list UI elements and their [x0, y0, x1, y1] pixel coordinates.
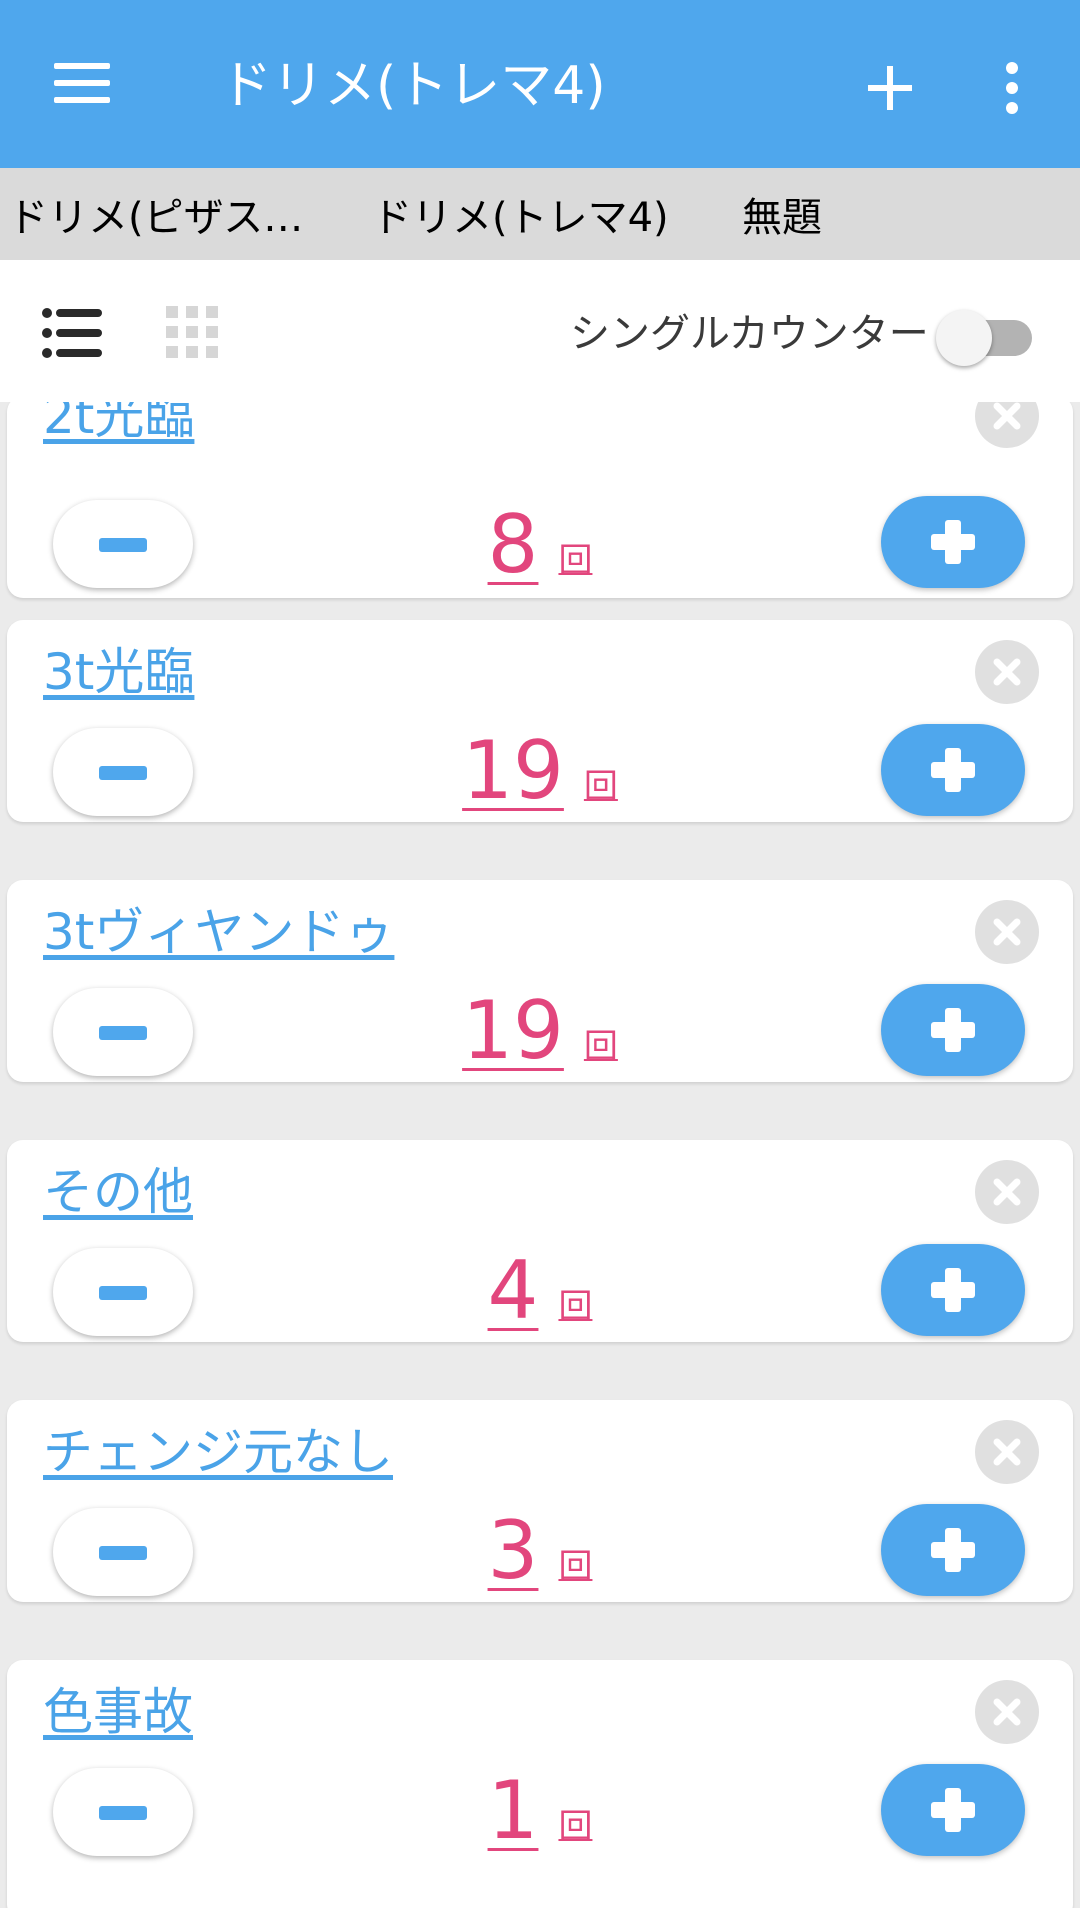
close-icon [993, 1698, 1021, 1726]
tab-doreme-pizas[interactable]: ドリメ(ピザス… [0, 176, 334, 260]
counter-name[interactable]: チェンジ元なし [43, 1420, 393, 1484]
counter-list[interactable]: 2t光臨 8回 3t光臨 19 回 3tヴィヤンドゥ 19 回 その他 4 回 … [0, 402, 1080, 1908]
increment-button[interactable] [881, 496, 1025, 588]
counter-card: 色事故 1回 [7, 1660, 1073, 1908]
tab-doreme-torema4[interactable]: ドリメ(トレマ4) [348, 176, 704, 260]
hamburger-menu-icon[interactable] [50, 55, 120, 115]
close-icon [993, 402, 1021, 430]
plus-icon [931, 1268, 975, 1312]
delete-counter-button[interactable] [975, 640, 1039, 704]
count-unit: 回 [558, 1547, 593, 1587]
count-value: 19 [462, 724, 564, 817]
count-value: 1 [487, 1764, 539, 1857]
more-options-button[interactable] [992, 58, 1032, 118]
count-unit: 回 [558, 1287, 593, 1327]
close-icon [993, 1438, 1021, 1466]
increment-button[interactable] [881, 1764, 1025, 1856]
tab-bar: ドリメ(ピザス… ドリメ(トレマ4) 無題 [0, 168, 1080, 260]
plus-icon [868, 66, 912, 110]
plus-icon [931, 1788, 975, 1832]
add-counter-button[interactable] [860, 58, 920, 118]
counter-name[interactable]: その他 [43, 1160, 193, 1224]
count-value: 4 [487, 1244, 539, 1337]
view-toolbar: シングルカウンター [0, 260, 1080, 402]
list-view-button[interactable] [42, 306, 104, 360]
close-icon [993, 1178, 1021, 1206]
tab-untitled[interactable]: 無題 [718, 176, 1074, 260]
single-counter-label: シングルカウンター [570, 311, 929, 357]
increment-button[interactable] [881, 1504, 1025, 1596]
close-icon [993, 918, 1021, 946]
toggle-knob [936, 310, 992, 366]
count-value: 8 [487, 498, 539, 591]
delete-counter-button[interactable] [975, 402, 1039, 448]
increment-button[interactable] [881, 1244, 1025, 1336]
plus-icon [931, 520, 975, 564]
delete-counter-button[interactable] [975, 1160, 1039, 1224]
count-value: 19 [462, 984, 564, 1077]
app-title: ドリメ(トレマ4) [220, 56, 606, 116]
count-unit: 回 [583, 767, 618, 807]
count-unit: 回 [558, 1807, 593, 1847]
grid-view-icon [166, 306, 218, 358]
plus-icon [931, 1528, 975, 1572]
counter-card: チェンジ元なし 3回 [7, 1400, 1073, 1602]
counter-name[interactable]: 2t光臨 [43, 402, 194, 448]
tab-label: ドリメ(トレマ4) [372, 195, 669, 241]
increment-button[interactable] [881, 724, 1025, 816]
counter-card: 3tヴィヤンドゥ 19 回 [7, 880, 1073, 1082]
counter-name[interactable]: 3t光臨 [43, 640, 194, 704]
delete-counter-button[interactable] [975, 1420, 1039, 1484]
counter-card: その他 4回 [7, 1140, 1073, 1342]
count-unit: 回 [558, 541, 593, 581]
counter-card: 2t光臨 8回 [7, 402, 1073, 598]
plus-icon [931, 748, 975, 792]
counter-name[interactable]: 3tヴィヤンドゥ [43, 900, 394, 964]
plus-icon [931, 1008, 975, 1052]
tab-label: ドリメ(ピザス… [8, 195, 304, 241]
counter-card: 3t光臨 19 回 [7, 620, 1073, 822]
vertical-dots-icon [1006, 62, 1018, 114]
grid-view-button[interactable] [166, 306, 218, 358]
counter-name[interactable]: 色事故 [43, 1680, 193, 1744]
close-icon [993, 658, 1021, 686]
delete-counter-button[interactable] [975, 1680, 1039, 1744]
count-unit: 回 [583, 1027, 618, 1067]
list-view-icon [42, 308, 102, 358]
single-counter-toggle[interactable] [936, 306, 1036, 366]
tab-label: 無題 [742, 195, 822, 241]
count-value: 3 [487, 1504, 539, 1597]
delete-counter-button[interactable] [975, 900, 1039, 964]
increment-button[interactable] [881, 984, 1025, 1076]
app-bar: ドリメ(トレマ4) [0, 0, 1080, 168]
